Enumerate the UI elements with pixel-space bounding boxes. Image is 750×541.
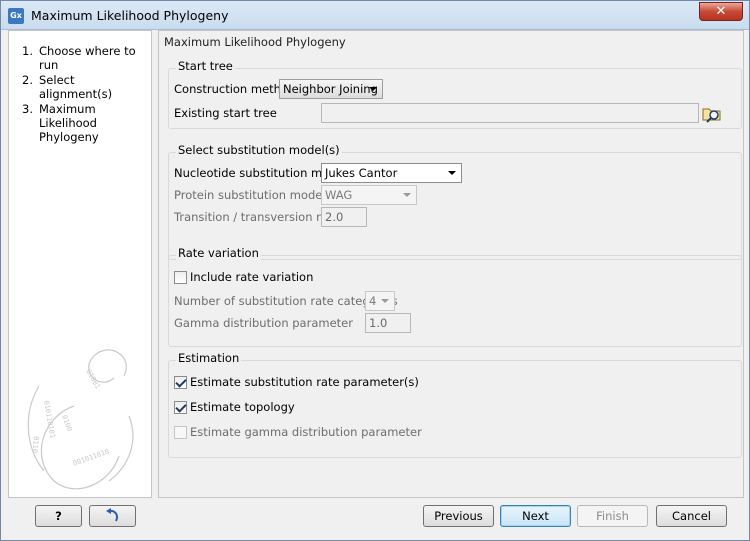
dialog-window: Gx Maximum Likelihood Phylogeny ✕ 1. Cho… xyxy=(0,0,750,541)
gamma-parameter-label: Gamma distribution parameter xyxy=(174,316,353,330)
cancel-button[interactable]: Cancel xyxy=(656,505,727,527)
existing-start-tree-label: Existing start tree xyxy=(174,106,277,120)
app-icon: Gx xyxy=(8,8,24,24)
estimate-topology-label[interactable]: Estimate topology xyxy=(190,400,295,414)
step-number: 3. xyxy=(22,102,33,116)
decorative-spiral-logo: 01001 010110101 0100 0110 001011010 xyxy=(27,349,134,490)
step-number: 2. xyxy=(22,73,33,87)
step-select-alignment: 2. Select alignment(s) xyxy=(22,73,139,101)
chevron-down-icon xyxy=(381,299,389,303)
nucleotide-model-dropdown[interactable]: Jukes Cantor xyxy=(321,163,462,183)
estimate-gamma-label[interactable]: Estimate gamma distribution parameter xyxy=(190,425,422,439)
panel-title: Maximum Likelihood Phylogeny xyxy=(164,35,346,49)
rate-categories-dropdown[interactable]: 4 xyxy=(365,291,395,311)
step-choose-where-to-run: 1. Choose where to run xyxy=(22,44,139,72)
chevron-down-icon xyxy=(403,193,411,197)
step-label: Choose where to run xyxy=(39,44,136,72)
existing-start-tree-field[interactable] xyxy=(321,103,699,123)
protein-model-dropdown[interactable]: WAG xyxy=(321,185,417,205)
dialog-body: 1. Choose where to run 2. Select alignme… xyxy=(8,30,744,535)
chevron-down-icon xyxy=(448,171,456,175)
include-rate-variation-checkbox[interactable] xyxy=(174,271,187,284)
estimation-group: Estimation Estimate substitution rate pa… xyxy=(168,351,742,458)
transition-ratio-field[interactable]: 2.0 xyxy=(321,207,367,227)
rate-categories-value: 4 xyxy=(369,294,377,308)
step-maximum-likelihood: 3. Maximum Likelihood Phylogeny xyxy=(22,102,139,144)
nucleotide-model-value: Jukes Cantor xyxy=(325,166,398,180)
chevron-down-icon xyxy=(369,87,377,91)
window-title: Maximum Likelihood Phylogeny xyxy=(31,8,229,23)
svg-text:0110: 0110 xyxy=(31,436,40,453)
gamma-parameter-field[interactable]: 1.0 xyxy=(365,313,411,333)
substitution-model-group: Select substitution model(s) Nucleotide … xyxy=(168,143,742,260)
start-tree-group: Start tree Construction method Neighbor … xyxy=(168,59,742,129)
construction-method-dropdown[interactable]: Neighbor Joining xyxy=(279,79,383,99)
wizard-steps-panel: 1. Choose where to run 2. Select alignme… xyxy=(8,30,152,498)
browse-folder-icon[interactable] xyxy=(702,103,722,123)
title-bar[interactable]: Gx Maximum Likelihood Phylogeny ✕ xyxy=(1,1,749,30)
finish-button[interactable]: Finish xyxy=(577,505,648,527)
next-button[interactable]: Next xyxy=(500,505,571,527)
undo-arrow-icon xyxy=(105,508,118,522)
construction-method-value: Neighbor Joining xyxy=(283,82,378,96)
estimate-topology-checkbox[interactable] xyxy=(174,401,187,414)
estimate-rate-parameter-checkbox[interactable] xyxy=(174,376,187,389)
group-title-substitution-model: Select substitution model(s) xyxy=(176,143,342,157)
svg-text:01001: 01001 xyxy=(84,368,101,390)
step-label: Maximum Likelihood Phylogeny xyxy=(39,102,99,144)
previous-button[interactable]: Previous xyxy=(423,505,494,527)
rate-variation-group: Rate variation Include rate variation Nu… xyxy=(168,246,742,347)
svg-text:0100: 0100 xyxy=(60,414,73,433)
include-rate-variation-label[interactable]: Include rate variation xyxy=(190,270,313,284)
group-title-estimation: Estimation xyxy=(176,351,242,365)
svg-text:001011010: 001011010 xyxy=(72,447,110,467)
group-title-rate-variation: Rate variation xyxy=(176,246,261,260)
group-title-start-tree: Start tree xyxy=(176,59,235,73)
options-panel: Maximum Likelihood Phylogeny Start tree … xyxy=(158,30,744,498)
help-button[interactable]: ? xyxy=(35,505,82,527)
construction-method-label: Construction method xyxy=(174,82,296,96)
protein-model-value: WAG xyxy=(325,188,353,202)
step-label: Select alignment(s) xyxy=(39,73,113,101)
protein-model-label: Protein substitution model xyxy=(174,188,326,202)
step-number: 1. xyxy=(22,44,33,58)
estimate-rate-parameter-label[interactable]: Estimate substitution rate parameter(s) xyxy=(190,375,419,389)
reset-button[interactable] xyxy=(89,505,136,527)
close-button[interactable]: ✕ xyxy=(699,2,743,21)
transition-ratio-label: Transition / transversion ratio xyxy=(174,210,343,224)
estimate-gamma-checkbox[interactable] xyxy=(174,426,187,439)
